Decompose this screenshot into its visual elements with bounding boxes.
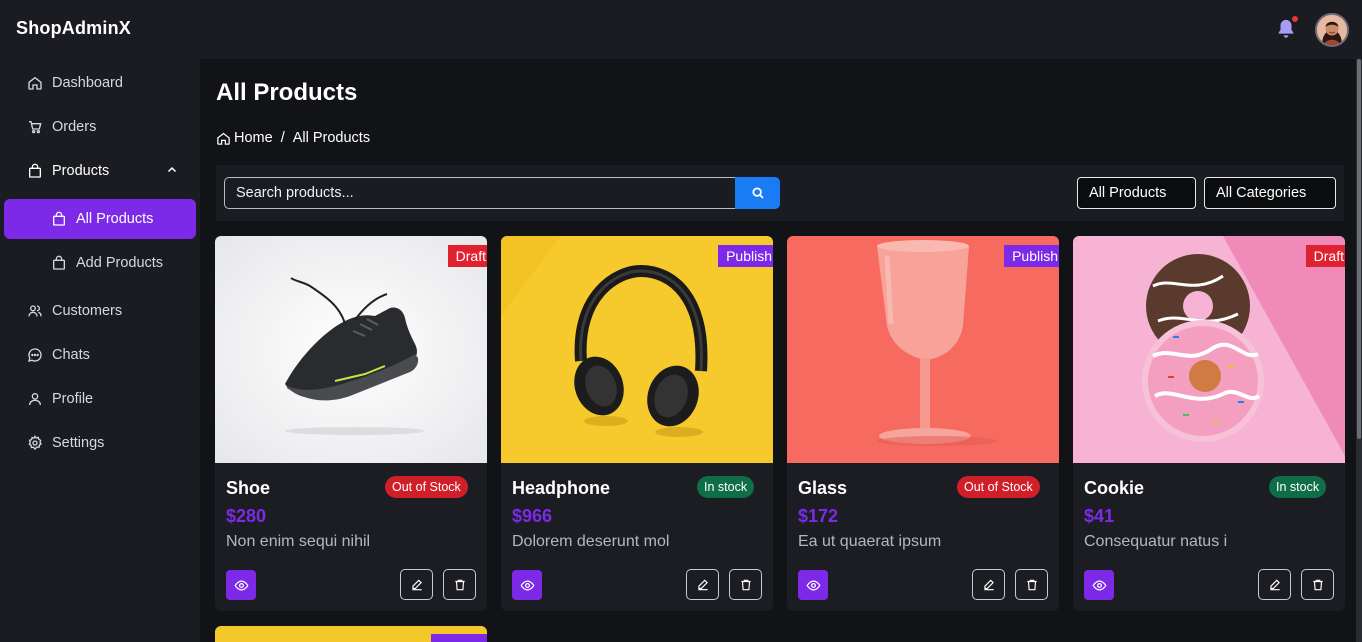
category-filter-select[interactable]: All Categories xyxy=(1204,177,1336,209)
pencil-icon xyxy=(983,579,994,590)
page-title: All Products xyxy=(216,79,358,106)
notification-dot xyxy=(1291,15,1299,23)
breadcrumb: Home / All Products xyxy=(216,130,370,146)
sidebar-item-label: Orders xyxy=(52,119,97,135)
delete-button[interactable] xyxy=(1301,569,1334,600)
breadcrumb-current: All Products xyxy=(292,130,371,146)
product-image-cookie xyxy=(1073,236,1345,463)
product-card-partial xyxy=(215,626,487,642)
sidebar-item-settings[interactable]: Settings xyxy=(4,423,196,463)
top-bar xyxy=(0,0,1362,59)
delete-button[interactable] xyxy=(1015,569,1048,600)
trash-icon xyxy=(454,579,465,590)
edit-button[interactable] xyxy=(400,569,433,600)
product-description: Ea ut quaerat ipsum xyxy=(798,533,942,550)
stock-badge: Out of Stock xyxy=(957,476,1040,498)
breadcrumb-home-link[interactable]: Home xyxy=(234,130,273,146)
home-icon xyxy=(217,132,230,145)
users-icon xyxy=(26,302,44,320)
stock-badge: In stock xyxy=(697,476,755,498)
bag-icon xyxy=(50,210,68,228)
gear-icon xyxy=(26,434,44,452)
stock-badge: Out of Stock xyxy=(385,476,468,498)
trash-icon xyxy=(1312,579,1323,590)
brand-logo[interactable]: ShopAdminX xyxy=(16,18,131,39)
view-button[interactable] xyxy=(1084,570,1114,600)
view-button[interactable] xyxy=(226,570,256,600)
eye-icon xyxy=(1092,579,1106,591)
product-price: $966 xyxy=(512,506,553,526)
edit-button[interactable] xyxy=(686,569,719,600)
avatar[interactable] xyxy=(1315,13,1349,47)
status-tag: Draft xyxy=(447,245,487,267)
chat-icon xyxy=(26,346,44,364)
edit-button[interactable] xyxy=(972,569,1005,600)
product-image-headphone xyxy=(501,236,773,463)
product-description: Consequatur natus i xyxy=(1084,533,1228,550)
view-button[interactable] xyxy=(512,570,542,600)
pencil-icon xyxy=(1269,579,1280,590)
sidebar-item-label: Profile xyxy=(52,391,94,407)
search-icon xyxy=(751,187,764,199)
sidebar-item-dashboard[interactable]: Dashboard xyxy=(4,63,196,103)
sidebar-item-label: Products xyxy=(52,163,110,179)
eye-icon xyxy=(234,579,248,591)
stock-badge: In stock xyxy=(1269,476,1327,498)
sidebar-item-add-products[interactable]: Add Products xyxy=(4,243,196,283)
view-button[interactable] xyxy=(798,570,828,600)
status-tag: Draft xyxy=(1305,245,1345,267)
product-name: Headphone xyxy=(512,478,611,498)
search-input[interactable] xyxy=(224,177,736,209)
product-card: Publish Glass Out of Stock $172 Ea ut qu… xyxy=(787,236,1059,611)
sidebar-item-all-products[interactable]: All Products xyxy=(4,199,196,239)
sidebar-item-profile[interactable]: Profile xyxy=(4,379,196,419)
sidebar-item-label: Dashboard xyxy=(52,75,123,91)
breadcrumb-separator: / xyxy=(280,130,285,146)
product-name: Glass xyxy=(798,478,848,498)
user-icon xyxy=(26,390,44,408)
product-card: Publish Headphone In stock $966 Dolorem … xyxy=(501,236,773,611)
eye-icon xyxy=(806,579,820,591)
product-price: $280 xyxy=(226,506,267,526)
product-image-glass xyxy=(787,236,1059,463)
chevron-up-icon[interactable] xyxy=(166,164,178,176)
product-name: Cookie xyxy=(1084,478,1145,498)
bag-icon xyxy=(50,254,68,272)
status-tag: Publish xyxy=(718,245,773,267)
pencil-icon xyxy=(697,579,708,590)
product-card: Draft Cookie In stock $41 Consequatur na… xyxy=(1073,236,1345,611)
bag-icon xyxy=(26,162,44,180)
sidebar-item-label: Chats xyxy=(52,347,90,363)
search-button[interactable] xyxy=(735,177,780,209)
product-card: Draft Shoe Out of Stock $280 Non enim se… xyxy=(215,236,487,611)
sidebar-item-products[interactable]: Products xyxy=(4,151,196,191)
trash-icon xyxy=(1026,579,1037,590)
product-name: Shoe xyxy=(226,478,271,498)
sidebar-item-label: Settings xyxy=(52,435,105,451)
product-image-shoe xyxy=(215,236,487,463)
edit-button[interactable] xyxy=(1258,569,1291,600)
status-tag-partial xyxy=(431,634,487,642)
product-description: Non enim sequi nihil xyxy=(226,533,371,550)
cart-icon xyxy=(26,118,44,136)
sidebar-item-chats[interactable]: Chats xyxy=(4,335,196,375)
product-price: $41 xyxy=(1084,506,1115,526)
sidebar-item-label: All Products xyxy=(76,211,154,227)
trash-icon xyxy=(740,579,751,590)
status-filter-select[interactable]: All Products xyxy=(1077,177,1196,209)
product-price: $172 xyxy=(798,506,839,526)
delete-button[interactable] xyxy=(443,569,476,600)
sidebar-item-customers[interactable]: Customers xyxy=(4,291,196,331)
delete-button[interactable] xyxy=(729,569,762,600)
pencil-icon xyxy=(411,579,422,590)
home-icon xyxy=(26,74,44,92)
sidebar-item-orders[interactable]: Orders xyxy=(4,107,196,147)
sidebar-item-label: Customers xyxy=(52,303,123,319)
product-description: Dolorem deserunt mol xyxy=(512,533,670,550)
sidebar-item-label: Add Products xyxy=(76,255,164,271)
scrollbar-thumb[interactable] xyxy=(1357,59,1361,439)
eye-icon xyxy=(520,579,534,591)
status-tag: Publish xyxy=(1004,245,1059,267)
